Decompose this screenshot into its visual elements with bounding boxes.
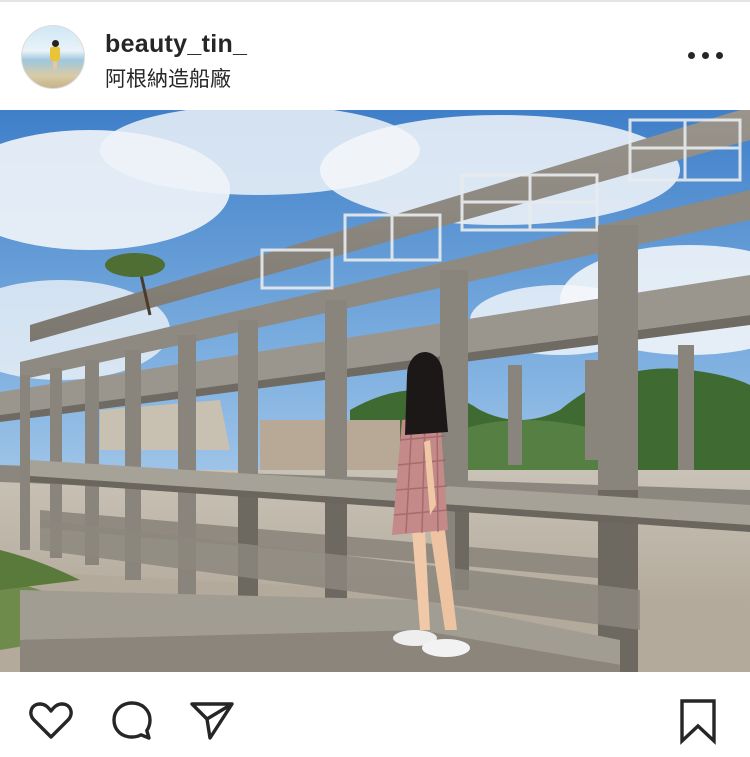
post-header: beauty_tin_ 阿根納造船廠	[0, 2, 750, 109]
avatar-figure	[50, 40, 60, 69]
more-options-icon[interactable]	[688, 47, 724, 63]
location-label[interactable]: 阿根納造船廠	[105, 63, 231, 93]
comment-bubble-icon[interactable]	[108, 697, 156, 745]
username[interactable]: beauty_tin_	[105, 30, 247, 59]
photo-illustration	[0, 110, 750, 672]
paper-plane-icon[interactable]	[188, 697, 236, 745]
action-bar	[0, 672, 750, 757]
heart-icon[interactable]	[27, 697, 75, 745]
post-photo[interactable]	[0, 110, 750, 672]
bookmark-icon[interactable]	[674, 697, 722, 745]
avatar[interactable]	[21, 25, 85, 89]
